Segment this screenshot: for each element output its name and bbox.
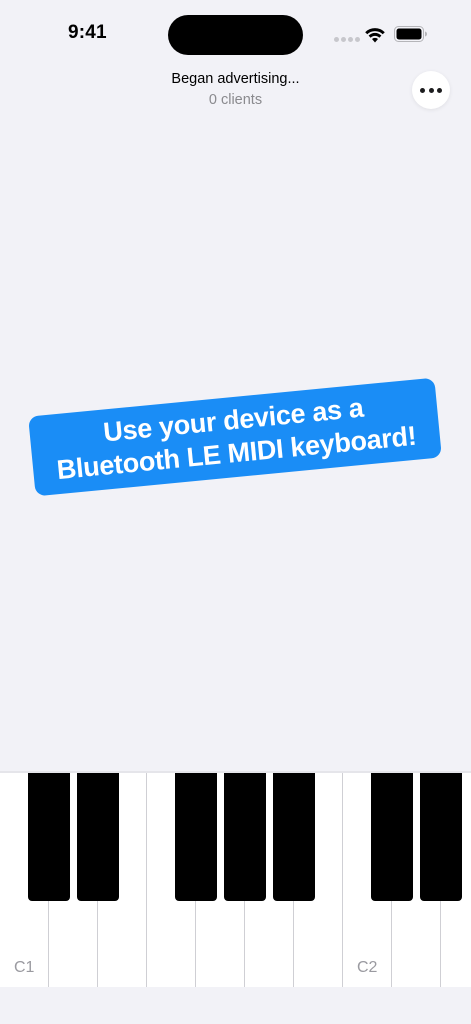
clients-count: 0 clients — [208, 92, 263, 108]
black-key-d-sharp-1[interactable] — [77, 773, 119, 901]
advertising-status: Began advertising... — [171, 71, 300, 87]
black-key-f-sharp-1[interactable] — [175, 773, 217, 901]
black-key-a-sharp-1[interactable] — [273, 773, 315, 901]
black-key-d-sharp-2[interactable] — [420, 773, 462, 901]
dynamic-island — [168, 15, 303, 55]
status-time: 9:41 — [68, 22, 107, 43]
cellular-dots-icon — [334, 37, 360, 42]
black-key-c-sharp-1[interactable] — [28, 773, 70, 901]
wifi-icon — [365, 28, 385, 43]
battery-icon — [394, 26, 427, 42]
ellipsis-icon — [420, 87, 425, 93]
black-key-g-sharp-1[interactable] — [224, 773, 266, 901]
octave-label-c1: C1 — [14, 959, 35, 976]
more-options-button[interactable] — [412, 71, 450, 109]
octave-label-c2: C2 — [357, 959, 378, 976]
piano-keyboard: C1 C2 — [0, 773, 471, 987]
intro-banner: Use your device as a Bluetooth LE MIDI k… — [28, 377, 442, 497]
black-key-c-sharp-2[interactable] — [371, 773, 413, 901]
